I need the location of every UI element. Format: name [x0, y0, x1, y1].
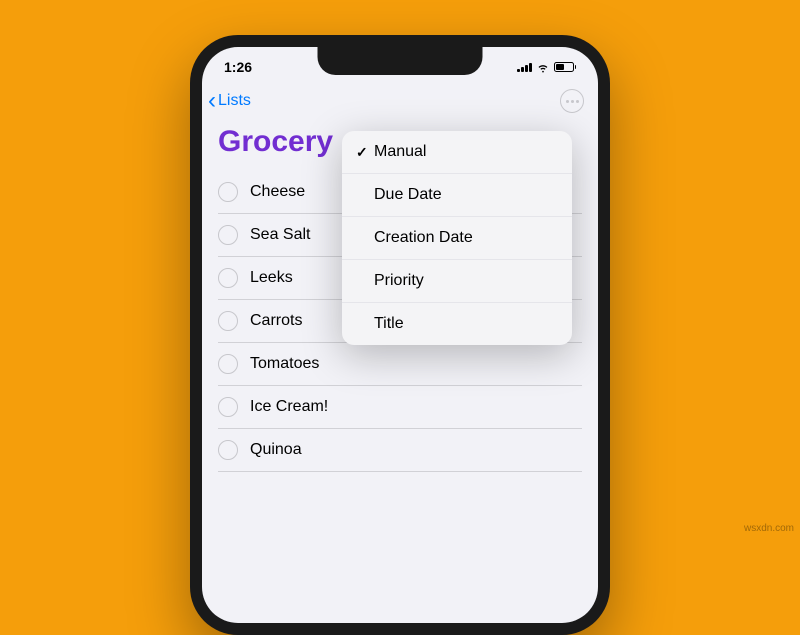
reminder-label: Tomatoes: [250, 355, 319, 373]
reminder-label: Quinoa: [250, 441, 302, 459]
cellular-signal-icon: [517, 62, 532, 72]
reminder-item[interactable]: Quinoa: [218, 429, 582, 472]
reminder-item[interactable]: Ice Cream!: [218, 386, 582, 429]
phone-screen: 1:26 ‹ Lists: [202, 47, 598, 623]
sort-option-due-date[interactable]: Due Date: [342, 174, 572, 217]
menu-label: Manual: [374, 143, 426, 161]
sort-menu: ✓ Manual Due Date Creation Date Priority…: [342, 131, 572, 345]
sort-option-title[interactable]: Title: [342, 303, 572, 345]
menu-label: Creation Date: [374, 229, 473, 247]
back-label: Lists: [218, 92, 251, 110]
wifi-icon: [536, 60, 550, 74]
menu-label: Priority: [374, 272, 424, 290]
reminder-label: Cheese: [250, 183, 305, 201]
complete-circle-icon[interactable]: [218, 225, 238, 245]
reminder-label: Leeks: [250, 269, 293, 287]
chevron-left-icon: ‹: [208, 89, 216, 113]
reminder-label: Carrots: [250, 312, 302, 330]
menu-label: Due Date: [374, 186, 442, 204]
reminder-label: Sea Salt: [250, 226, 310, 244]
back-button[interactable]: ‹ Lists: [208, 89, 251, 113]
complete-circle-icon[interactable]: [218, 311, 238, 331]
reminder-label: Ice Cream!: [250, 398, 328, 416]
more-button[interactable]: [560, 89, 584, 113]
complete-circle-icon[interactable]: [218, 354, 238, 374]
checkmark-icon: ✓: [356, 144, 374, 161]
menu-label: Title: [374, 315, 404, 333]
sort-option-manual[interactable]: ✓ Manual: [342, 131, 572, 174]
battery-icon: [554, 62, 577, 72]
notch: [318, 47, 483, 75]
ellipsis-icon: [566, 100, 579, 103]
reminder-item[interactable]: Tomatoes: [218, 343, 582, 386]
phone-frame: 1:26 ‹ Lists: [190, 35, 610, 635]
complete-circle-icon[interactable]: [218, 397, 238, 417]
complete-circle-icon[interactable]: [218, 440, 238, 460]
complete-circle-icon[interactable]: [218, 182, 238, 202]
nav-bar: ‹ Lists: [202, 83, 598, 121]
watermark: wsxdn.com: [744, 523, 794, 534]
sort-option-creation-date[interactable]: Creation Date: [342, 217, 572, 260]
sort-option-priority[interactable]: Priority: [342, 260, 572, 303]
complete-circle-icon[interactable]: [218, 268, 238, 288]
